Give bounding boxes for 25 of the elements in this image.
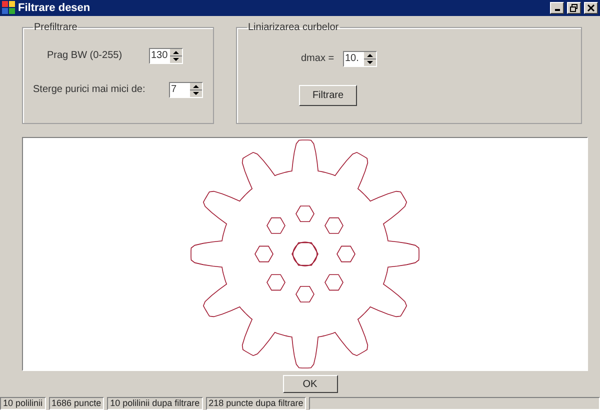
field-label: Prag BW (0-255) — [47, 50, 124, 62]
spin-field[interactable]: 130 — [149, 48, 183, 64]
restore-button[interactable] — [567, 2, 581, 14]
status-pane: 10 polilinii dupa filtrare — [107, 397, 203, 410]
app-icon — [2, 1, 15, 14]
close-icon — [587, 4, 595, 12]
minimize-icon — [554, 8, 560, 11]
spin-arrows-icon[interactable] — [170, 48, 182, 63]
spin-field[interactable]: 10. — [343, 50, 377, 67]
field-label: dmax = — [301, 53, 335, 64]
close-button[interactable] — [584, 2, 598, 14]
field-label: Sterge purici mai mici de: — [33, 84, 146, 96]
status-pane: 218 puncte dupa filtrare — [206, 397, 306, 410]
filter-button[interactable]: Filtrare — [299, 85, 357, 106]
group-title: Liniarizarea curbelor — [247, 22, 340, 33]
window-title: Filtrare desen — [18, 2, 92, 14]
spin-field[interactable]: 7 — [169, 82, 203, 98]
minimize-button[interactable] — [550, 2, 564, 14]
spin-arrows-icon[interactable] — [364, 52, 376, 66]
restore-icon — [570, 4, 578, 12]
group-title: Prefiltrare — [33, 22, 78, 33]
ok-button[interactable]: OK — [282, 375, 338, 393]
status-pane: 1686 puncte — [48, 397, 104, 410]
spin-arrows-icon[interactable] — [190, 82, 202, 97]
status-pane: 10 polilinii — [0, 397, 46, 410]
